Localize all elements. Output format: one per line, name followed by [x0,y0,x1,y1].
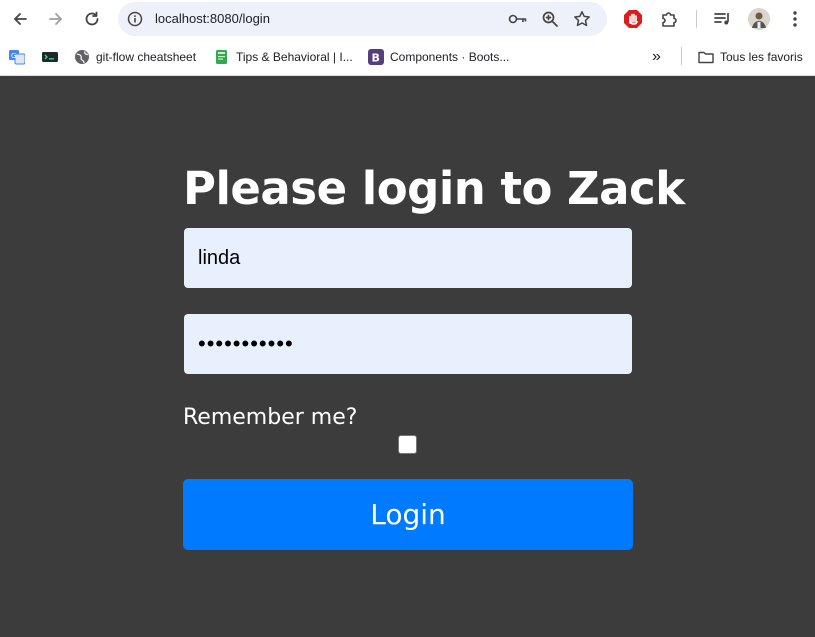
bookmark-bootstrap-components[interactable]: B Components · Boots... [368,47,509,67]
chevron-double-right-icon: » [652,48,661,65]
login-button[interactable]: Login [183,479,633,550]
bookmark-tips-behavioral[interactable]: Tips & Behavioral | I... [214,47,353,67]
bookmark-label: Tips & Behavioral | I... [236,50,353,64]
book-icon [214,49,230,65]
arrow-right-icon [49,13,62,25]
reload-icon [85,11,99,26]
translate-icon: G [9,49,25,65]
bookmark-git-flow[interactable]: git-flow cheatsheet [74,47,196,67]
bookmark-star-button[interactable] [572,9,592,29]
page-title: Please login to Zack [183,162,685,215]
all-bookmarks-label: Tous les favoris [720,50,803,64]
star-icon [574,11,590,27]
key-icon [508,14,527,24]
bootstrap-icon: B [368,49,384,65]
back-button[interactable] [6,5,34,33]
browser-menu-button[interactable] [784,8,806,30]
profile-button[interactable] [748,8,770,30]
bookmarks-divider [681,47,682,65]
remember-me-checkbox[interactable] [398,435,417,454]
svg-text:G: G [11,52,16,60]
puzzle-icon [662,12,677,27]
site-info-button[interactable] [126,10,144,28]
globe-icon [74,49,90,65]
toolbar-divider [696,10,697,28]
zoom-icon [542,11,558,27]
bookmark-translate[interactable]: G [9,47,31,67]
address-bar[interactable]: localhost:8080/login [118,2,607,36]
terminal-icon [42,49,58,65]
avatar-icon [748,8,770,30]
username-input[interactable] [184,228,632,288]
media-controls-button[interactable] [712,8,734,30]
zoom-button[interactable] [540,9,560,29]
playlist-icon [714,13,729,25]
all-bookmarks-folder[interactable]: Tous les favoris [698,47,803,67]
forward-button[interactable] [42,5,70,33]
bookmarks-overflow-button[interactable]: » [652,47,661,67]
extensions-button[interactable] [658,8,680,30]
browser-toolbar: localhost:8080/login [0,0,815,38]
kebab-icon [793,11,797,27]
svg-text:B: B [372,52,380,65]
reload-button[interactable] [78,5,106,33]
password-manager-button[interactable] [508,9,528,29]
password-input[interactable]: ••••••••••• [184,314,632,374]
url-text[interactable]: localhost:8080/login [155,2,270,36]
bookmark-label: Components · Boots... [390,50,510,64]
info-icon [127,11,143,27]
remember-me-label: Remember me? [183,405,358,430]
arrow-left-icon [14,13,27,25]
adblock-extension-button[interactable] [622,8,644,30]
bookmarks-bar: G git-flow cheatsheet Tips & Behavioral … [0,38,815,76]
bookmark-terminal[interactable] [42,47,64,67]
bookmark-label: git-flow cheatsheet [96,50,197,64]
folder-icon [698,49,714,65]
stop-hand-icon [624,10,642,28]
